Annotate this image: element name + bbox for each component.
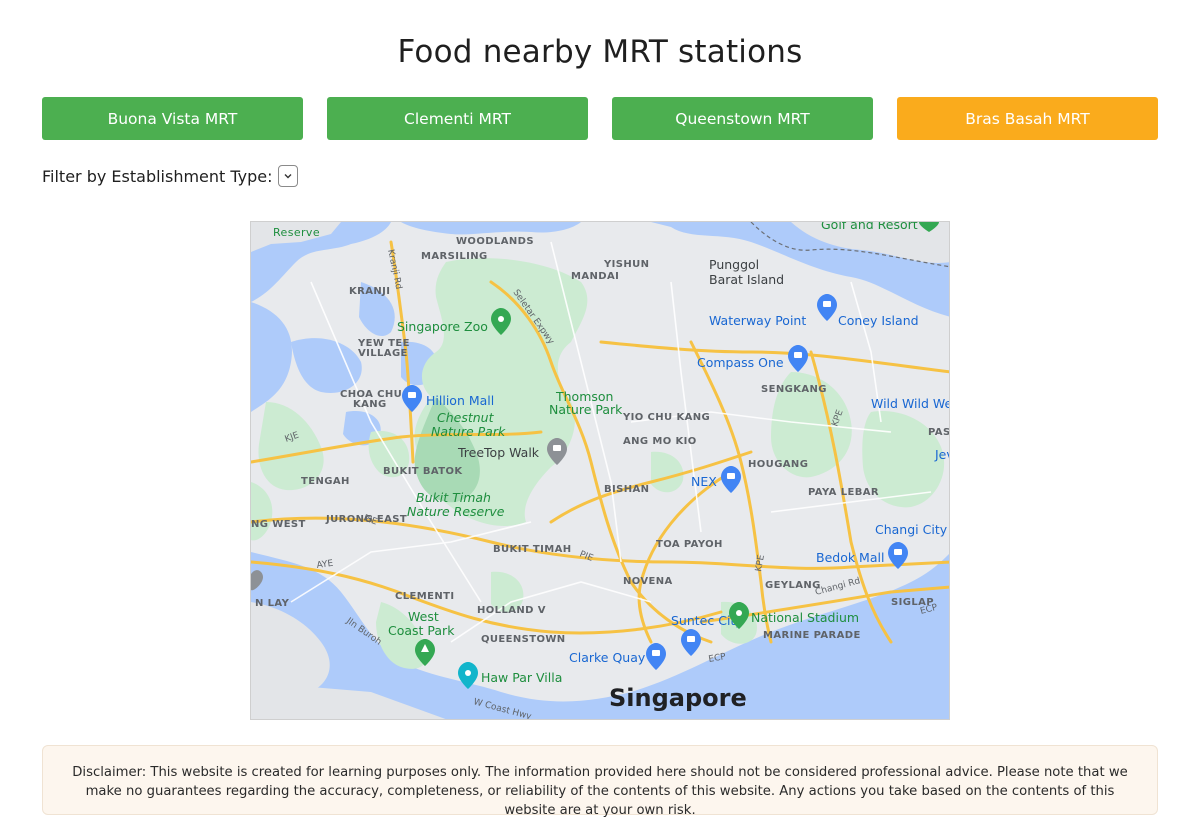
- label-bukit-timah-nr: Bukit Timah: [416, 490, 491, 505]
- label-toa-payoh: TOA PAYOH: [656, 539, 723, 550]
- disclaimer: Disclaimer: This website is created for …: [42, 745, 1158, 818]
- chevron-down-icon: [284, 174, 292, 179]
- label-west: NG WEST: [251, 519, 306, 530]
- label-bukit-timah: BUKIT TIMAH: [493, 544, 572, 555]
- label-pasir: PASI: [928, 427, 950, 438]
- label-haw-par-villa: Haw Par Villa: [481, 670, 562, 685]
- map-canvas: Reserve WOODLANDS MARSILING YISHUN MANDA…: [251, 222, 950, 719]
- label-tengah: TENGAH: [301, 476, 350, 487]
- label-bukit-timah-nr2: Nature Reserve: [407, 504, 505, 519]
- label-woodlands: WOODLANDS: [456, 236, 534, 247]
- label-hougang: HOUGANG: [748, 459, 808, 470]
- label-golf-resort: Golf and Resort: [821, 222, 918, 232]
- label-clementi: CLEMENTI: [395, 591, 454, 602]
- label-national-stadium: National Stadium: [751, 610, 859, 625]
- station-button-row: Buona Vista MRT Clementi MRT Queenstown …: [42, 97, 1158, 140]
- label-punggol: Punggol: [709, 257, 759, 272]
- label-sengkang: SENGKANG: [761, 384, 827, 395]
- label-nex: NEX: [691, 474, 717, 489]
- label-chestnut: Chestnut: [437, 410, 495, 425]
- label-west-coast: West: [408, 609, 439, 624]
- label-yio-chu-kang: YIO CHU KANG: [622, 412, 710, 423]
- label-jewel: Jev: [934, 447, 950, 462]
- clementi-mrt-button[interactable]: Clementi MRT: [327, 97, 588, 140]
- label-wild-wild-wet: Wild Wild We: [871, 396, 950, 411]
- establishment-filter: Filter by Establishment Type:: [42, 164, 298, 188]
- label-waterway-point: Waterway Point: [709, 313, 806, 328]
- label-singapore: Singapore: [609, 684, 747, 712]
- label-bishan: BISHAN: [604, 484, 649, 495]
- label-treetop-walk: TreeTop Walk: [457, 445, 540, 460]
- label-kranji: KRANJI: [349, 286, 390, 297]
- label-compass-one: Compass One: [697, 355, 784, 370]
- label-mandai: MANDAI: [571, 271, 619, 282]
- label-village: VILLAGE: [358, 348, 408, 359]
- label-bukit-batok: BUKIT BATOK: [383, 466, 463, 477]
- label-bedok-mall: Bedok Mall: [816, 550, 884, 565]
- buona-vista-mrt-button[interactable]: Buona Vista MRT: [42, 97, 303, 140]
- filter-label: Filter by Establishment Type:: [42, 166, 273, 186]
- label-yishun: YISHUN: [603, 259, 649, 270]
- label-ang-mo-kio: ANG MO KIO: [623, 436, 697, 447]
- map[interactable]: Reserve WOODLANDS MARSILING YISHUN MANDA…: [250, 221, 950, 720]
- label-reserve: Reserve: [273, 226, 320, 239]
- page-title: Food nearby MRT stations: [397, 34, 803, 70]
- label-novena: NOVENA: [623, 576, 673, 587]
- label-kang: KANG: [353, 399, 387, 410]
- label-clarke-quay: Clarke Quay: [569, 650, 646, 665]
- establishment-type-select[interactable]: [277, 165, 298, 187]
- label-lay: N LAY: [255, 598, 290, 609]
- label-thomson-park: Nature Park: [549, 402, 623, 417]
- label-singapore-zoo: Singapore Zoo: [397, 319, 488, 334]
- label-chestnut-park: Nature Park: [431, 424, 506, 439]
- label-marine-parade: MARINE PARADE: [763, 630, 861, 641]
- label-coney-island: Coney Island: [838, 313, 919, 328]
- queenstown-mrt-button[interactable]: Queenstown MRT: [612, 97, 873, 140]
- bras-basah-mrt-button[interactable]: Bras Basah MRT: [897, 97, 1158, 140]
- label-queenstown: QUEENSTOWN: [481, 634, 566, 645]
- label-barat-island: Barat Island: [709, 272, 784, 287]
- label-holland: HOLLAND V: [477, 605, 546, 616]
- label-geylang: GEYLANG: [765, 580, 821, 591]
- label-hillion-mall: Hillion Mall: [426, 393, 494, 408]
- label-changi-city: Changi City: [875, 522, 948, 537]
- label-paya-lebar: PAYA LEBAR: [808, 487, 879, 498]
- label-west-coast-park: Coast Park: [388, 623, 455, 638]
- label-marsiling: MARSILING: [421, 251, 488, 262]
